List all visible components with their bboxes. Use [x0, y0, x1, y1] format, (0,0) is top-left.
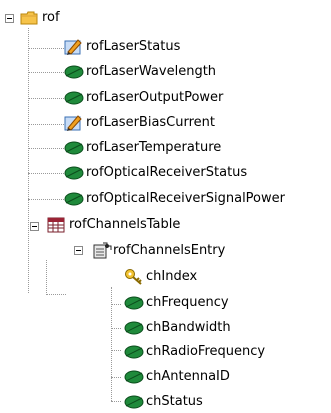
tree-node-label: rofLaserOutputPower — [86, 90, 224, 105]
tree-node-chAntennaID[interactable]: chAntennaID — [124, 366, 230, 388]
tree-node-label: rofLaserWavelength — [86, 64, 217, 79]
tree-line — [111, 377, 121, 378]
tree-line — [46, 260, 47, 293]
tree-node-chFrequency[interactable]: chFrequency — [124, 292, 229, 314]
tree-line — [28, 72, 64, 73]
tree-node-label: rofLaserTemperature — [86, 140, 222, 155]
tree-line — [46, 294, 66, 295]
leaf-icon — [124, 368, 144, 386]
leaf-icon — [124, 393, 144, 411]
tree-node-rofChannelsTable[interactable]: rofChannelsTable — [47, 214, 180, 236]
tree-node-label: rofOpticalReceiverStatus — [86, 165, 248, 180]
tree-line — [28, 48, 64, 49]
collapse-entry-toggle[interactable] — [74, 246, 83, 255]
tree-node-label: rofChannelsEntry — [113, 243, 226, 258]
tree-node-rofChannelsEntry[interactable]: rofChannelsEntry — [91, 240, 225, 262]
tree-line — [28, 28, 29, 293]
tree-node-label: chAntennaID — [146, 369, 230, 384]
tree-line — [28, 173, 64, 174]
tree-node-label: chRadioFrequency — [146, 344, 266, 359]
tree-node-label: rof — [42, 10, 60, 25]
tree-node-rofLaserWavelength[interactable]: rofLaserWavelength — [64, 61, 216, 83]
tree-line — [111, 304, 121, 305]
tree-node-rofLaserOutputPower[interactable]: rofLaserOutputPower — [64, 87, 223, 109]
tree-node-label: rofLaserBiasCurrent — [86, 115, 216, 130]
tree-line — [28, 124, 64, 125]
tree-line — [28, 98, 64, 99]
tree-node-label: rofChannelsTable — [69, 217, 181, 232]
tree-line — [28, 199, 64, 200]
key-icon — [124, 268, 142, 286]
leaf-icon — [64, 89, 84, 107]
tree-node-rofLaserStatus[interactable]: rofLaserStatus — [64, 36, 180, 58]
tree-node-rofOpticalReceiverSignalPower[interactable]: rofOpticalReceiverSignalPower — [64, 188, 285, 210]
writable-leaf-icon — [64, 38, 82, 56]
tree-line — [111, 328, 121, 329]
table-icon — [47, 216, 65, 234]
tree-node-chIndex[interactable]: chIndex — [124, 266, 197, 288]
folder-icon — [20, 9, 38, 27]
tree-node-label: rofLaserStatus — [86, 39, 181, 54]
tree-node-label: chStatus — [146, 394, 203, 409]
leaf-icon — [124, 343, 144, 361]
leaf-icon — [124, 319, 144, 337]
leaf-icon — [64, 139, 84, 157]
tree-line — [28, 148, 64, 149]
leaf-icon — [64, 190, 84, 208]
tree-node-rofLaserBiasCurrent[interactable]: rofLaserBiasCurrent — [64, 112, 215, 134]
collapse-root-toggle[interactable] — [5, 14, 14, 23]
tree-node-label: chBandwidth — [146, 320, 231, 335]
tree-node-label: chFrequency — [146, 295, 229, 310]
mib-tree: rof rofLaserStatus rofLaserWavelength ro… — [0, 0, 331, 413]
tree-line — [111, 401, 121, 402]
tree-node-root[interactable]: rof — [20, 7, 60, 29]
tree-node-chBandwidth[interactable]: chBandwidth — [124, 317, 231, 339]
leaf-icon — [124, 294, 144, 312]
tree-node-label: rofOpticalReceiverSignalPower — [86, 191, 285, 206]
tree-node-label: chIndex — [146, 269, 198, 284]
entry-icon — [91, 242, 112, 260]
tree-node-chStatus[interactable]: chStatus — [124, 391, 203, 413]
collapse-table-toggle[interactable] — [30, 222, 39, 231]
tree-node-rofOpticalReceiverStatus[interactable]: rofOpticalReceiverStatus — [64, 162, 247, 184]
leaf-icon — [64, 164, 84, 182]
tree-node-chRadioFrequency[interactable]: chRadioFrequency — [124, 341, 265, 363]
tree-line — [111, 350, 121, 351]
leaf-icon — [64, 63, 84, 81]
tree-node-rofLaserTemperature[interactable]: rofLaserTemperature — [64, 137, 221, 159]
writable-leaf-icon — [64, 114, 82, 132]
